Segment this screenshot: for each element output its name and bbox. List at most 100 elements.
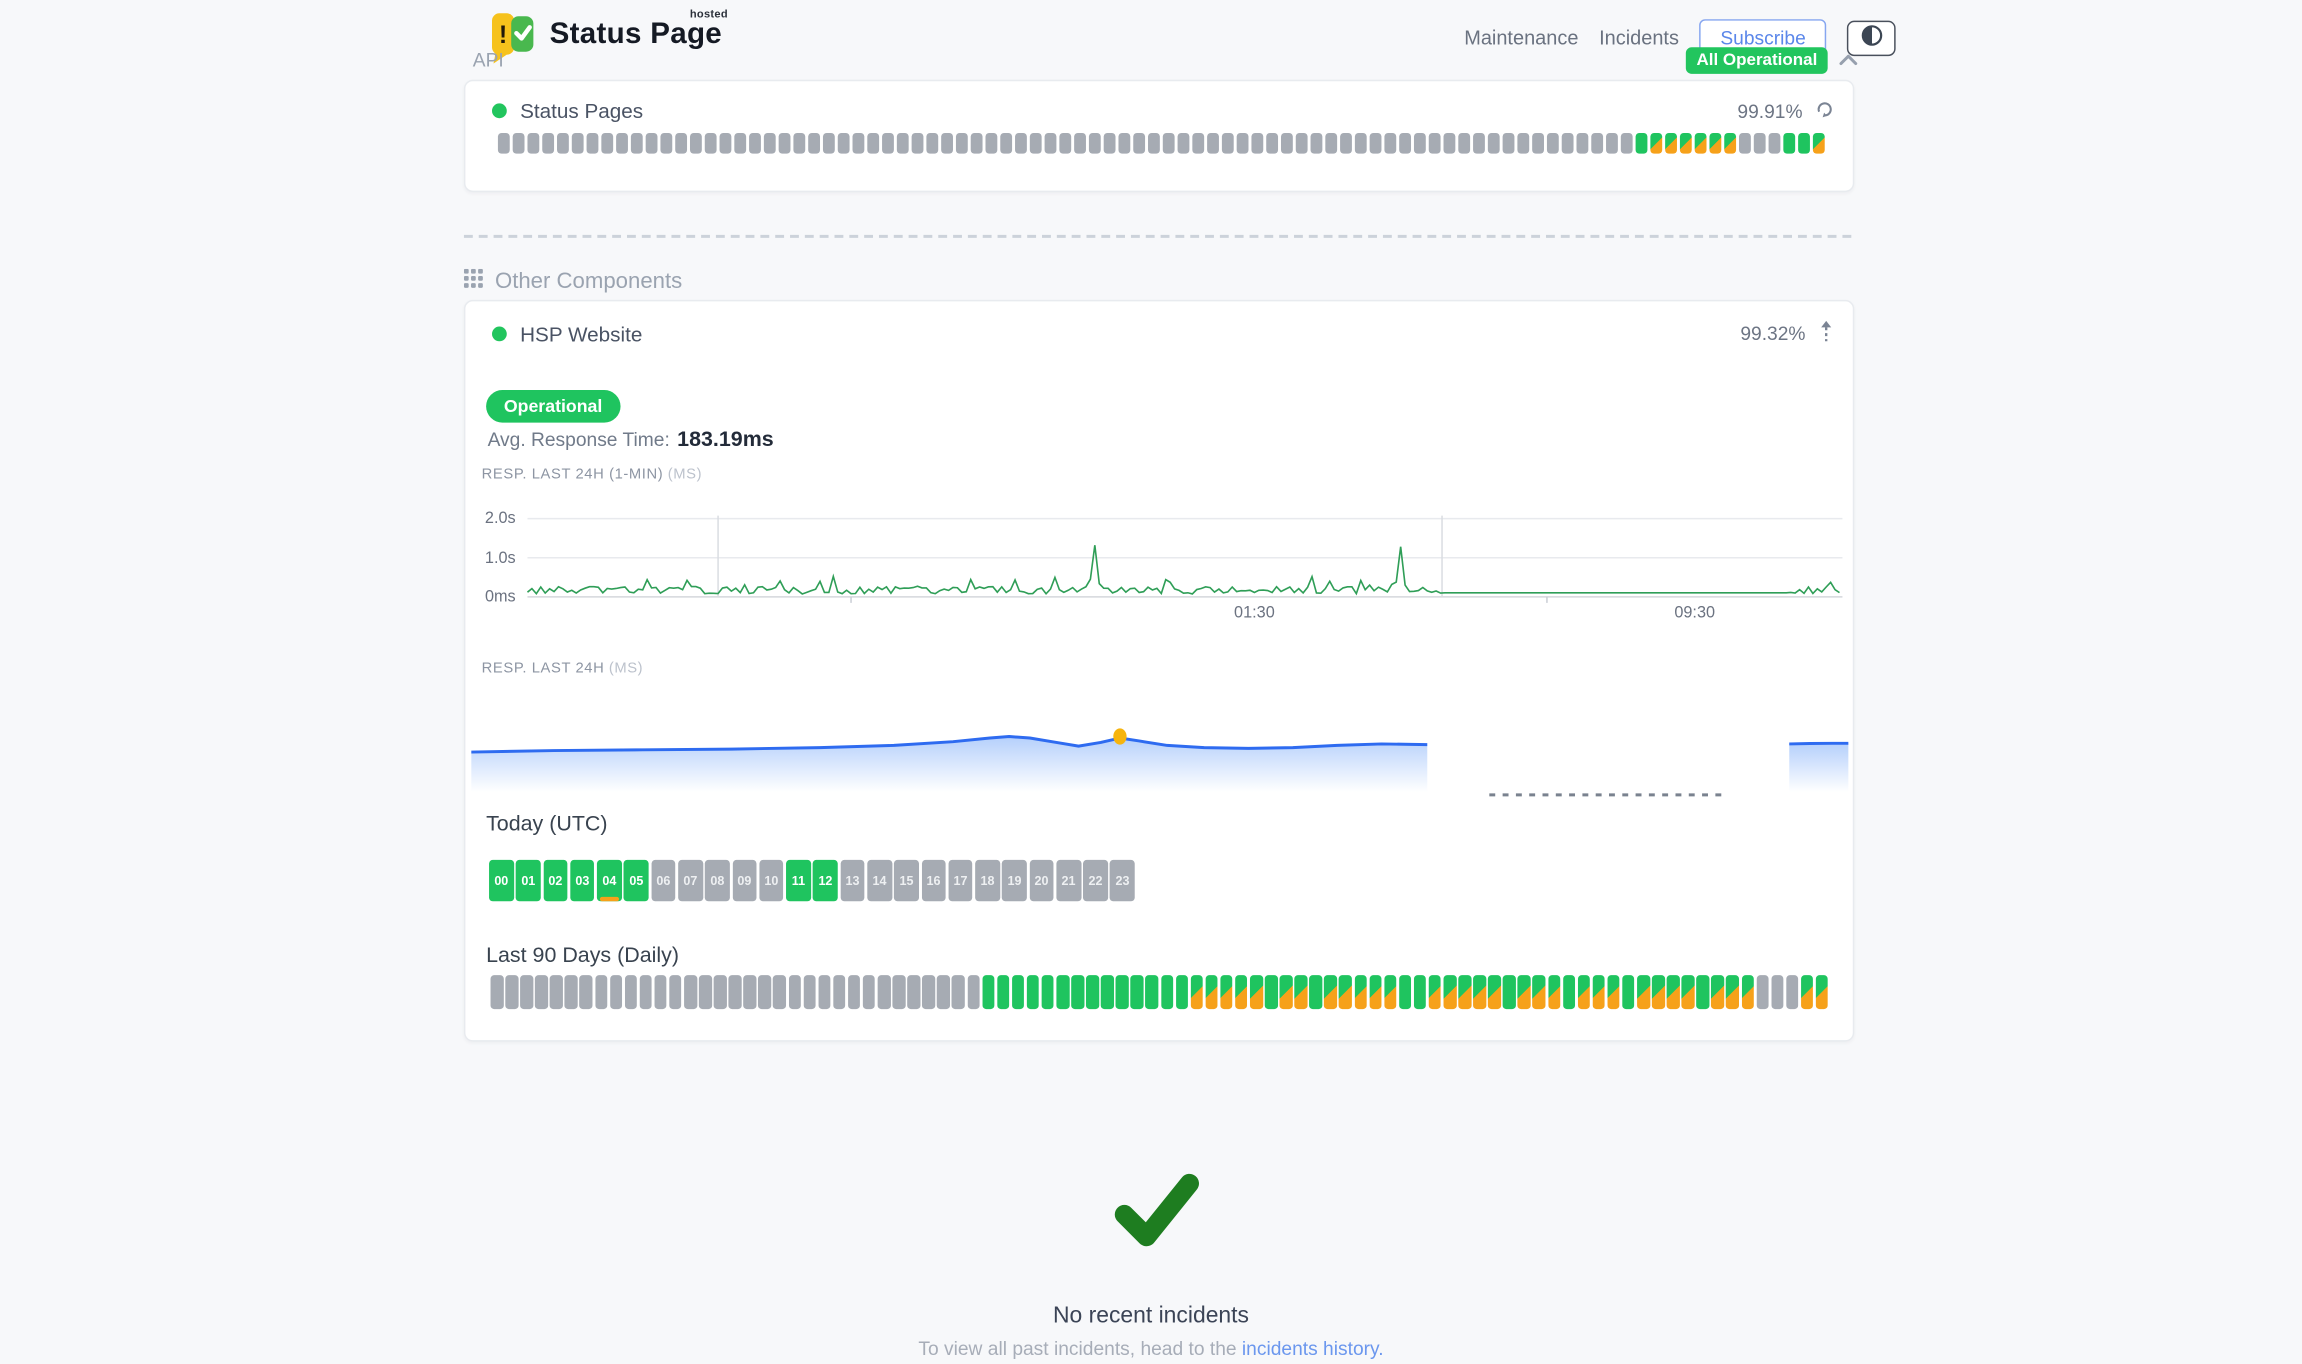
uptime-bar-partial [1667,975,1680,1009]
chart1-caption: RESP. LAST 24H (1-MIN)(MS) [482,467,702,483]
uptime-bar-partial [1444,975,1457,1009]
uptime-bar-empty [749,133,761,154]
uptime-bar-partial [1726,975,1739,1009]
uptime-bar-empty [1562,133,1574,154]
uptime-bar-partial [1607,975,1620,1009]
uptime-bar-empty [1754,133,1766,154]
response-time-area-chart[interactable] [465,712,1852,807]
uptime-bar-empty [897,133,909,154]
uptime-bar-empty [1059,133,1071,154]
uptime-bar-up [1116,975,1129,1009]
uptime-bar-partial [1637,975,1650,1009]
uptime-bars-status-pages [465,123,1852,154]
uptime-bar-partial [1533,975,1546,1009]
uptime-bar-partial [1205,975,1218,1009]
uptime-bar-empty [684,975,697,1009]
uptime-bar-empty [1030,133,1042,154]
uptime-bar-empty [1591,133,1603,154]
uptime-bar-empty [1133,133,1145,154]
last-90-days-title: Last 90 Days (Daily) [486,944,679,968]
uptime-bar-up [1131,975,1144,1009]
uptime-bar-partial [1578,975,1591,1009]
uptime-bar-up [1086,975,1099,1009]
hover-point-marker [1113,728,1126,744]
uptime-bar-empty [1074,133,1086,154]
uptime-bar-partial [1369,975,1382,1009]
uptime-bar-empty [878,975,891,1009]
nav-maintenance[interactable]: Maintenance [1464,27,1578,49]
last-90-days-bars [491,975,1828,1009]
chevron-up-icon[interactable] [1838,47,1859,74]
uptime-bar-partial [1324,975,1337,1009]
uptime-bar-empty [764,133,776,154]
uptime-bar-empty [1444,133,1456,154]
uptime-bar-empty [1178,133,1190,154]
uptime-bar-partial [1250,975,1263,1009]
uptime-bar-up [1563,975,1576,1009]
uptime-bar-partial [1801,975,1814,1009]
incidents-history-line: To view all past incidents, head to the … [0,1337,2302,1359]
uptime-bar-empty [660,133,672,154]
uptime-bar-up [1041,975,1054,1009]
uptime-bar-empty [1488,133,1500,154]
uptime-bar-partial [1548,975,1561,1009]
overall-status[interactable]: All Operational [1686,47,1859,74]
uptime-bar-empty [838,133,850,154]
uptime-bar-empty [1576,133,1588,154]
component-hsp-website[interactable]: HSP Website [492,321,642,345]
uptime-bar-empty [572,133,584,154]
uptime-bar-empty [699,975,712,1009]
uptime-bar-up [1622,975,1635,1009]
operational-badge: Operational [486,390,620,423]
response-time-minute-chart[interactable]: 2.0s 1.0s 0ms 01:30 09:30 [465,496,1852,632]
uptime-bar-partial [1429,975,1442,1009]
uptime-bar-empty [550,975,563,1009]
uptime-bar-empty [1517,133,1529,154]
uptime-bar-empty [639,975,652,1009]
uptime-bar-up [1071,975,1084,1009]
uptime-bar-empty [705,133,717,154]
hour-cell-05: 05 [624,860,649,901]
uptime-bar-empty [912,133,924,154]
uptime-bar-empty [690,133,702,154]
uptime-bar-empty [1296,133,1308,154]
incidents-history-link[interactable]: incidents history. [1242,1337,1384,1359]
hour-cell-12: 12 [813,860,838,901]
uptime-bar-empty [1473,133,1485,154]
uptime-bar-partial [1190,975,1203,1009]
uptime-bar-empty [1606,133,1618,154]
check-icon [1113,1170,1202,1260]
uptime-bar-up [1161,975,1174,1009]
hour-cell-23: 23 [1110,860,1135,901]
uptime-bar-empty [505,975,518,1009]
uptime-bar-empty [803,975,816,1009]
uptime-bar-partial [1220,975,1233,1009]
hour-cell-11: 11 [786,860,811,901]
hour-cell-21: 21 [1056,860,1081,901]
uptime-bar-up [1636,133,1648,154]
uptime-bar-partial [1473,975,1486,1009]
hour-cell-20: 20 [1029,860,1054,901]
uptime-bar-empty [1311,133,1323,154]
logo: ! Status Page hosted [488,10,722,71]
uptime-percent: 99.32% [1740,322,1805,344]
uptime-bar-empty [513,133,525,154]
hour-cell-19: 19 [1002,860,1027,901]
avg-response-time: Avg. Response Time:183.19ms [488,428,774,452]
x-tick: 01:30 [1234,604,1275,622]
uptime-bar-partial [1592,975,1605,1009]
hour-cell-14: 14 [867,860,892,901]
component-status-pages[interactable]: Status Pages [492,99,643,123]
uptime-bar-empty [1547,133,1559,154]
uptime-bar-empty [1015,133,1027,154]
incident-marker [600,897,619,901]
uptime-bar-empty [1771,975,1784,1009]
uptime-bar-empty [773,975,786,1009]
uptime-bar-up [1798,133,1810,154]
uptime-bar-empty [956,133,968,154]
refresh-icon[interactable] [1816,100,1834,122]
status-dot-icon [492,326,507,341]
nav-incidents[interactable]: Incidents [1599,27,1679,49]
uptime-bar-empty [542,133,554,154]
uptime-bar-partial [1695,133,1707,154]
